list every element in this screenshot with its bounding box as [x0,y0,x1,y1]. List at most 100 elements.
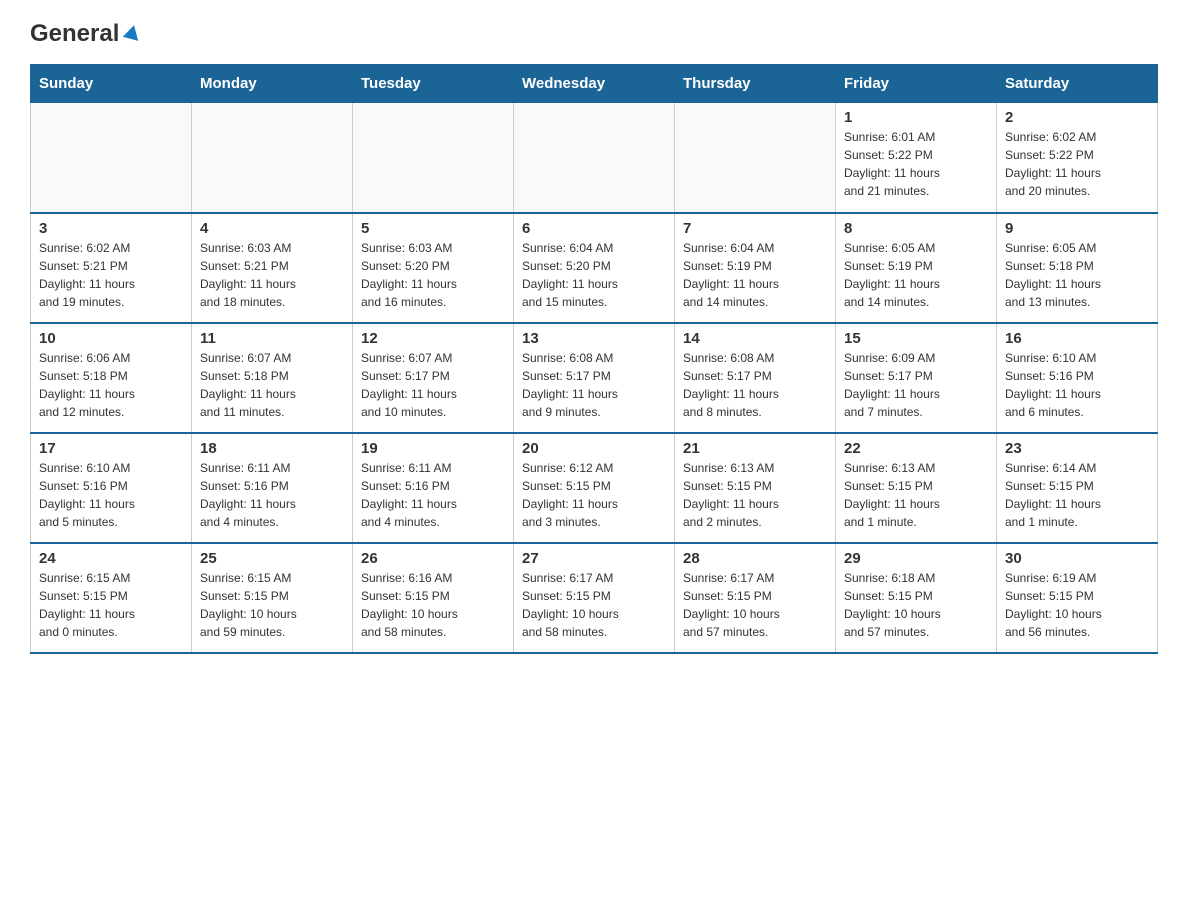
day-number: 27 [522,550,666,567]
day-number: 1 [844,109,988,126]
day-info: Sunrise: 6:11 AM Sunset: 5:16 PM Dayligh… [200,459,344,531]
calendar-cell: 20 Sunrise: 6:12 AM Sunset: 5:15 PM Dayli… [514,433,675,543]
calendar-cell: 30 Sunrise: 6:19 AM Sunset: 5:15 PM Dayli… [997,543,1158,653]
calendar-cell: 8 Sunrise: 6:05 AM Sunset: 5:19 PM Daylig… [836,213,997,323]
calendar-cell: 13Sunrise: 6:08 AM Sunset: 5:17 PM Dayli… [514,323,675,433]
calendar-cell: 16Sunrise: 6:10 AM Sunset: 5:16 PM Dayli… [997,323,1158,433]
day-info: Sunrise: 6:03 AM Sunset: 5:20 PM Dayligh… [361,239,505,311]
col-monday: Monday [192,65,353,103]
calendar-week-row: 10Sunrise: 6:06 AM Sunset: 5:18 PM Dayli… [31,323,1158,433]
day-info: Sunrise: 6:13 AM Sunset: 5:15 PM Dayligh… [844,459,988,531]
day-info: Sunrise: 6:13 AM Sunset: 5:15 PM Dayligh… [683,459,827,531]
day-number: 11 [200,330,344,347]
day-info: Sunrise: 6:17 AM Sunset: 5:15 PM Dayligh… [683,569,827,641]
calendar-cell: 25Sunrise: 6:15 AM Sunset: 5:15 PM Dayli… [192,543,353,653]
day-info: Sunrise: 6:03 AM Sunset: 5:21 PM Dayligh… [200,239,344,311]
calendar-cell: 29 Sunrise: 6:18 AM Sunset: 5:15 PM Dayli… [836,543,997,653]
calendar-cell: 15 Sunrise: 6:09 AM Sunset: 5:17 PM Dayli… [836,323,997,433]
day-info: Sunrise: 6:07 AM Sunset: 5:17 PM Dayligh… [361,349,505,421]
day-number: 21 [683,440,827,457]
day-info: Sunrise: 6:04 AM Sunset: 5:20 PM Dayligh… [522,239,666,311]
day-info: Sunrise: 6:01 AM Sunset: 5:22 PM Dayligh… [844,128,988,200]
calendar-table: Sunday Monday Tuesday Wednesday Thursday… [30,64,1158,654]
col-friday: Friday [836,65,997,103]
day-info: Sunrise: 6:17 AM Sunset: 5:15 PM Dayligh… [522,569,666,641]
calendar-cell: 21 Sunrise: 6:13 AM Sunset: 5:15 PM Dayli… [675,433,836,543]
day-info: Sunrise: 6:16 AM Sunset: 5:15 PM Dayligh… [361,569,505,641]
day-number: 29 [844,550,988,567]
day-number: 2 [1005,109,1149,126]
calendar-cell: 22 Sunrise: 6:13 AM Sunset: 5:15 PM Dayli… [836,433,997,543]
day-number: 10 [39,330,183,347]
day-number: 30 [1005,550,1149,567]
calendar-cell [675,103,836,213]
day-number: 13 [522,330,666,347]
calendar-week-row: 24 Sunrise: 6:15 AM Sunset: 5:15 PM Dayli… [31,543,1158,653]
col-tuesday: Tuesday [353,65,514,103]
col-sunday: Sunday [31,65,192,103]
col-thursday: Thursday [675,65,836,103]
day-number: 5 [361,220,505,237]
page-header: General [30,20,1158,44]
calendar-cell: 9Sunrise: 6:05 AM Sunset: 5:18 PM Daylig… [997,213,1158,323]
day-number: 24 [39,550,183,567]
day-info: Sunrise: 6:02 AM Sunset: 5:21 PM Dayligh… [39,239,183,311]
calendar-week-row: 17 Sunrise: 6:10 AM Sunset: 5:16 PM Dayli… [31,433,1158,543]
day-info: Sunrise: 6:15 AM Sunset: 5:15 PM Dayligh… [200,569,344,641]
calendar-cell: 23 Sunrise: 6:14 AM Sunset: 5:15 PM Dayli… [997,433,1158,543]
calendar-cell: 3 Sunrise: 6:02 AM Sunset: 5:21 PM Daylig… [31,213,192,323]
day-info: Sunrise: 6:09 AM Sunset: 5:17 PM Dayligh… [844,349,988,421]
day-info: Sunrise: 6:18 AM Sunset: 5:15 PM Dayligh… [844,569,988,641]
calendar-cell [353,103,514,213]
day-info: Sunrise: 6:15 AM Sunset: 5:15 PM Dayligh… [39,569,183,641]
day-number: 18 [200,440,344,457]
day-number: 3 [39,220,183,237]
calendar-cell: 4 Sunrise: 6:03 AM Sunset: 5:21 PM Daylig… [192,213,353,323]
day-info: Sunrise: 6:02 AM Sunset: 5:22 PM Dayligh… [1005,128,1149,200]
day-info: Sunrise: 6:08 AM Sunset: 5:17 PM Dayligh… [683,349,827,421]
day-info: Sunrise: 6:14 AM Sunset: 5:15 PM Dayligh… [1005,459,1149,531]
calendar-cell: 12Sunrise: 6:07 AM Sunset: 5:17 PM Dayli… [353,323,514,433]
day-number: 22 [844,440,988,457]
calendar-week-row: 3 Sunrise: 6:02 AM Sunset: 5:21 PM Daylig… [31,213,1158,323]
calendar-cell: 26 Sunrise: 6:16 AM Sunset: 5:15 PM Dayli… [353,543,514,653]
day-number: 14 [683,330,827,347]
calendar-cell: 6 Sunrise: 6:04 AM Sunset: 5:20 PM Daylig… [514,213,675,323]
calendar-week-row: 1 Sunrise: 6:01 AM Sunset: 5:22 PM Daylig… [31,103,1158,213]
calendar-cell: 5 Sunrise: 6:03 AM Sunset: 5:20 PM Daylig… [353,213,514,323]
day-info: Sunrise: 6:11 AM Sunset: 5:16 PM Dayligh… [361,459,505,531]
calendar-cell: 24 Sunrise: 6:15 AM Sunset: 5:15 PM Dayli… [31,543,192,653]
day-number: 20 [522,440,666,457]
day-number: 19 [361,440,505,457]
calendar-cell: 1 Sunrise: 6:01 AM Sunset: 5:22 PM Daylig… [836,103,997,213]
day-number: 8 [844,220,988,237]
day-number: 9 [1005,220,1149,237]
calendar-cell: 19 Sunrise: 6:11 AM Sunset: 5:16 PM Dayli… [353,433,514,543]
day-info: Sunrise: 6:12 AM Sunset: 5:15 PM Dayligh… [522,459,666,531]
calendar-cell: 18 Sunrise: 6:11 AM Sunset: 5:16 PM Dayli… [192,433,353,543]
calendar-cell: 2 Sunrise: 6:02 AM Sunset: 5:22 PM Daylig… [997,103,1158,213]
day-info: Sunrise: 6:10 AM Sunset: 5:16 PM Dayligh… [1005,349,1149,421]
calendar-header-row: Sunday Monday Tuesday Wednesday Thursday… [31,65,1158,103]
calendar-cell: 11 Sunrise: 6:07 AM Sunset: 5:18 PM Dayli… [192,323,353,433]
calendar-cell: 10Sunrise: 6:06 AM Sunset: 5:18 PM Dayli… [31,323,192,433]
col-wednesday: Wednesday [514,65,675,103]
calendar-cell: 17 Sunrise: 6:10 AM Sunset: 5:16 PM Dayli… [31,433,192,543]
day-number: 6 [522,220,666,237]
day-info: Sunrise: 6:07 AM Sunset: 5:18 PM Dayligh… [200,349,344,421]
calendar-cell: 14 Sunrise: 6:08 AM Sunset: 5:17 PM Dayli… [675,323,836,433]
day-info: Sunrise: 6:10 AM Sunset: 5:16 PM Dayligh… [39,459,183,531]
day-info: Sunrise: 6:04 AM Sunset: 5:19 PM Dayligh… [683,239,827,311]
day-number: 4 [200,220,344,237]
day-info: Sunrise: 6:05 AM Sunset: 5:19 PM Dayligh… [844,239,988,311]
day-number: 15 [844,330,988,347]
logo-triangle-icon [122,23,142,48]
calendar-cell [192,103,353,213]
day-info: Sunrise: 6:19 AM Sunset: 5:15 PM Dayligh… [1005,569,1149,641]
day-number: 23 [1005,440,1149,457]
day-number: 7 [683,220,827,237]
day-number: 17 [39,440,183,457]
calendar-cell: 28 Sunrise: 6:17 AM Sunset: 5:15 PM Dayli… [675,543,836,653]
day-number: 26 [361,550,505,567]
day-number: 28 [683,550,827,567]
